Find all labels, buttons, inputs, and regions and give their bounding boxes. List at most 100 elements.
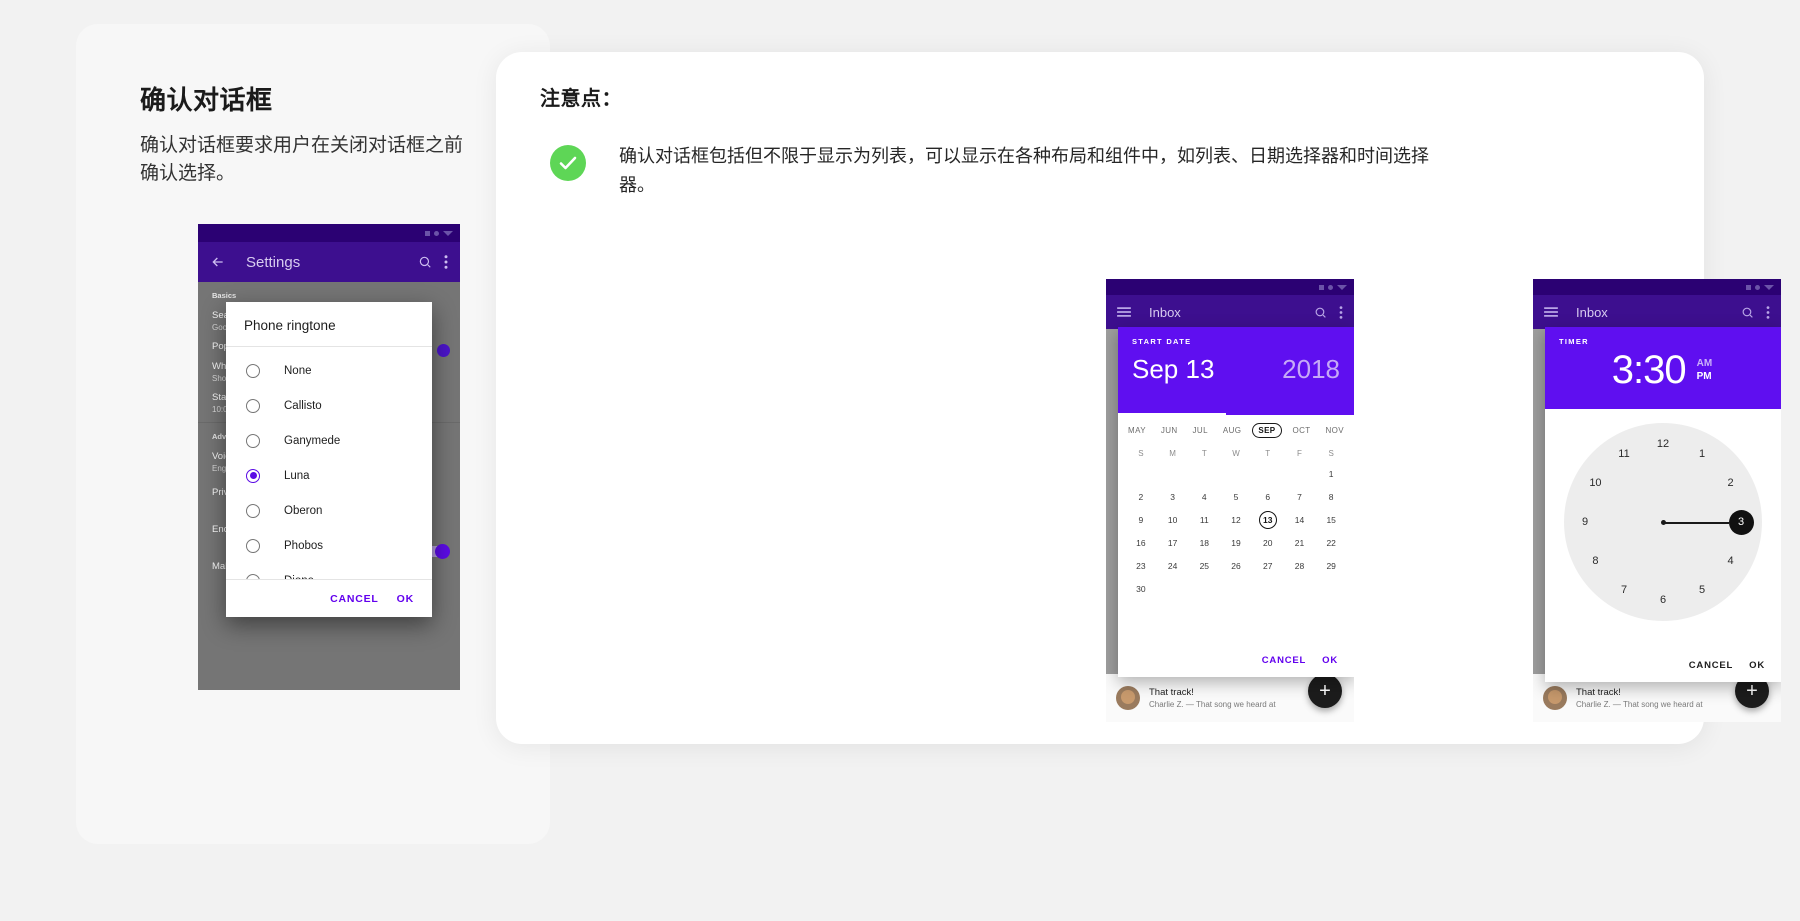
- calendar-day[interactable]: 15: [1315, 509, 1347, 532]
- search-icon[interactable]: [1741, 306, 1754, 319]
- calendar-day[interactable]: [1315, 578, 1347, 601]
- calendar-week-row[interactable]: 16 17 18 19 20 21 22: [1125, 532, 1347, 555]
- search-icon[interactable]: [1314, 306, 1327, 319]
- list-item[interactable]: Ganymede: [226, 423, 432, 458]
- list-item[interactable]: Luna: [226, 458, 432, 493]
- clock-face[interactable]: 12 1 2 3 4 5 6 7 8 9 10 11: [1564, 423, 1762, 621]
- calendar-day[interactable]: [1252, 463, 1284, 486]
- month-nov[interactable]: NOV: [1321, 423, 1348, 438]
- radio-icon-selected[interactable]: [246, 468, 260, 483]
- more-vert-icon[interactable]: [1766, 305, 1770, 319]
- radio-icon[interactable]: [246, 503, 260, 518]
- calendar-day[interactable]: [1157, 578, 1189, 601]
- selected-year-label[interactable]: 2018: [1282, 354, 1340, 385]
- list-item[interactable]: Phobos: [226, 528, 432, 563]
- clock-selected-hour[interactable]: 3: [1728, 509, 1754, 535]
- cancel-button[interactable]: CANCEL: [1689, 660, 1733, 671]
- am-toggle[interactable]: AM: [1697, 358, 1713, 371]
- clock-hour-11[interactable]: 11: [1613, 443, 1635, 465]
- selected-date-label[interactable]: Sep 13: [1132, 354, 1214, 385]
- cancel-button[interactable]: CANCEL: [1262, 655, 1306, 666]
- ok-button[interactable]: OK: [1322, 655, 1338, 666]
- calendar-day[interactable]: [1125, 463, 1157, 486]
- ok-button[interactable]: OK: [1749, 660, 1765, 671]
- clock-hour-6[interactable]: 6: [1652, 589, 1674, 611]
- calendar-day[interactable]: 29: [1315, 555, 1347, 578]
- calendar-week-row[interactable]: 23 24 25 26 27 28 29: [1125, 555, 1347, 578]
- arrow-back-icon[interactable]: [210, 254, 226, 270]
- clock-hour-8[interactable]: 8: [1584, 550, 1606, 572]
- calendar-day[interactable]: 28: [1284, 555, 1316, 578]
- radio-icon[interactable]: [246, 538, 260, 553]
- calendar-week-row[interactable]: 1: [1125, 463, 1347, 486]
- calendar-week-row[interactable]: 9 10 11 12 13 14 15: [1125, 509, 1347, 532]
- calendar-day[interactable]: 22: [1315, 532, 1347, 555]
- calendar-day[interactable]: 4: [1188, 486, 1220, 509]
- calendar-day[interactable]: [1284, 578, 1316, 601]
- selected-time-label[interactable]: 3:30: [1612, 348, 1687, 393]
- cancel-button[interactable]: CANCEL: [330, 593, 379, 605]
- ringtone-option-list[interactable]: None Callisto Ganymede Luna Oberon Phobo…: [226, 347, 432, 579]
- clock-hour-9[interactable]: 9: [1574, 511, 1596, 533]
- month-strip[interactable]: MAY JUN JUL AUG SEP OCT NOV: [1118, 415, 1354, 442]
- calendar-day[interactable]: 1: [1315, 463, 1347, 486]
- calendar-day[interactable]: 20: [1252, 532, 1284, 555]
- calendar-day[interactable]: 9: [1125, 509, 1157, 532]
- calendar-day[interactable]: [1188, 578, 1220, 601]
- radio-icon[interactable]: [246, 398, 260, 413]
- clock-hour-2[interactable]: 2: [1720, 472, 1742, 494]
- calendar-day[interactable]: 14: [1284, 509, 1316, 532]
- calendar-day[interactable]: 16: [1125, 532, 1157, 555]
- calendar-day[interactable]: 25: [1188, 555, 1220, 578]
- calendar-day[interactable]: 2: [1125, 486, 1157, 509]
- calendar-day[interactable]: [1252, 578, 1284, 601]
- month-aug[interactable]: AUG: [1219, 423, 1246, 438]
- calendar-day[interactable]: 23: [1125, 555, 1157, 578]
- search-icon[interactable]: [418, 255, 432, 269]
- list-item[interactable]: Dione: [226, 563, 432, 579]
- calendar-day[interactable]: 17: [1157, 532, 1189, 555]
- clock-hour-4[interactable]: 4: [1720, 550, 1742, 572]
- month-may[interactable]: MAY: [1124, 423, 1150, 438]
- clock-hour-5[interactable]: 5: [1691, 579, 1713, 601]
- clock-hour-12[interactable]: 12: [1652, 433, 1674, 455]
- calendar-day[interactable]: 8: [1315, 486, 1347, 509]
- calendar-day[interactable]: 10: [1157, 509, 1189, 532]
- calendar-week-row[interactable]: 30: [1125, 578, 1347, 601]
- calendar-day[interactable]: 27: [1252, 555, 1284, 578]
- calendar-day[interactable]: [1220, 463, 1252, 486]
- calendar-grid[interactable]: S M T W T F S 1 2 3 4 5 6 7 8 9 10 11 12…: [1118, 442, 1354, 601]
- calendar-day[interactable]: [1284, 463, 1316, 486]
- month-jun[interactable]: JUN: [1157, 423, 1182, 438]
- radio-icon[interactable]: [246, 433, 260, 448]
- list-item[interactable]: Callisto: [226, 388, 432, 423]
- month-sep-selected[interactable]: SEP: [1252, 423, 1282, 438]
- hamburger-menu-icon[interactable]: [1544, 306, 1558, 318]
- month-oct[interactable]: OCT: [1288, 423, 1314, 438]
- radio-icon[interactable]: [246, 573, 260, 579]
- calendar-day[interactable]: 11: [1188, 509, 1220, 532]
- calendar-day[interactable]: 5: [1220, 486, 1252, 509]
- clock-hour-10[interactable]: 10: [1584, 472, 1606, 494]
- calendar-day[interactable]: 24: [1157, 555, 1189, 578]
- calendar-day[interactable]: 21: [1284, 532, 1316, 555]
- plus-icon[interactable]: +: [1308, 674, 1342, 708]
- more-vert-icon[interactable]: [444, 255, 448, 269]
- calendar-day[interactable]: 7: [1284, 486, 1316, 509]
- clock-hour-1[interactable]: 1: [1691, 443, 1713, 465]
- more-vert-icon[interactable]: [1339, 305, 1343, 319]
- clock-hour-7[interactable]: 7: [1613, 579, 1635, 601]
- calendar-day[interactable]: 12: [1220, 509, 1252, 532]
- calendar-day[interactable]: 30: [1125, 578, 1157, 601]
- month-jul[interactable]: JUL: [1189, 423, 1212, 438]
- hamburger-menu-icon[interactable]: [1117, 306, 1131, 318]
- list-item[interactable]: None: [226, 353, 432, 388]
- ok-button[interactable]: OK: [397, 593, 414, 605]
- calendar-day[interactable]: 6: [1252, 486, 1284, 509]
- pm-toggle[interactable]: PM: [1697, 371, 1713, 384]
- calendar-day[interactable]: [1157, 463, 1189, 486]
- calendar-day[interactable]: 19: [1220, 532, 1252, 555]
- calendar-day[interactable]: [1188, 463, 1220, 486]
- calendar-day[interactable]: [1220, 578, 1252, 601]
- calendar-week-row[interactable]: 2 3 4 5 6 7 8: [1125, 486, 1347, 509]
